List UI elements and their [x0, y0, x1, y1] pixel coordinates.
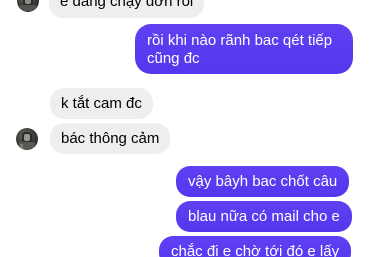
message-bubble-outgoing[interactable]: vậy bâyh bac chốt câu — [176, 166, 350, 197]
message-bubble-incoming[interactable]: bác thông cảm — [50, 123, 171, 154]
message-text: bác thông cảm — [61, 130, 160, 147]
chat-thread: e đang chạy đơn rồi rồi khi nào rãnh bac… — [0, 0, 374, 257]
message-text: chắc đi e chờ tới đó e lấy — [171, 243, 340, 257]
message-bubble-incoming[interactable]: e đang chạy đơn rồi — [49, 0, 205, 18]
message-text: vậy bâyh bac chốt câu — [188, 173, 338, 190]
message-text: e đang chạy đơn rồi — [60, 0, 194, 10]
message-bubble-outgoing[interactable]: rồi khi nào rãnh bac qét tiếp cũng đc — [135, 24, 353, 74]
message-text: k tắt cam đc — [61, 95, 142, 112]
message-text: blau nữa có mail cho e — [188, 208, 340, 225]
message-bubble-outgoing[interactable]: chắc đi e chờ tới đó e lấy — [159, 236, 352, 257]
contact-avatar[interactable] — [16, 128, 38, 150]
message-bubble-incoming[interactable]: k tắt cam đc — [50, 88, 153, 119]
contact-avatar[interactable] — [17, 0, 39, 12]
message-text-line: cũng đc — [147, 50, 200, 67]
message-text-line: rồi khi nào rãnh bac qét tiếp — [147, 32, 333, 49]
message-bubble-outgoing[interactable]: blau nữa có mail cho e — [176, 201, 352, 232]
